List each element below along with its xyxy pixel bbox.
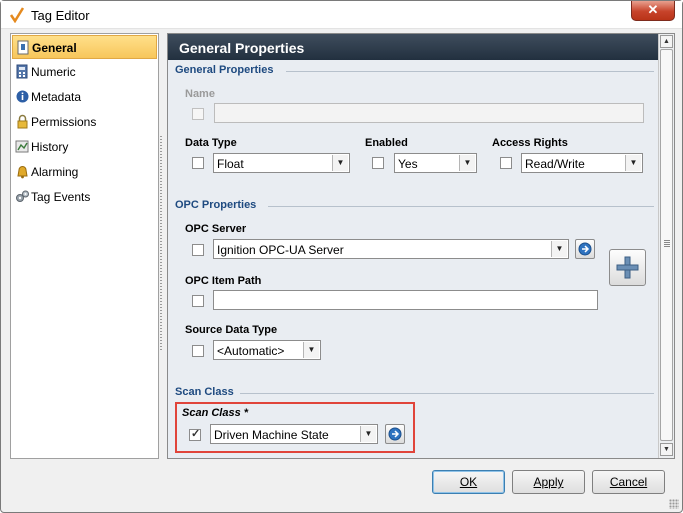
section-divider [286, 71, 654, 72]
scroll-thumb[interactable] [660, 49, 673, 441]
section-title-general: General Properties [175, 64, 274, 76]
opc-server-checkbox[interactable] [192, 244, 204, 256]
scan-class-checkbox[interactable] [189, 427, 201, 441]
name-override-checkbox[interactable] [192, 108, 204, 120]
enabled-label: Enabled [365, 137, 408, 149]
bell-icon [17, 166, 28, 179]
ok-button[interactable]: OK [432, 470, 505, 494]
cancel-button[interactable]: Cancel [592, 470, 665, 494]
nav-label: General [32, 41, 77, 55]
chevron-down-icon: ▼ [360, 426, 376, 442]
scan-class-binding-button[interactable] [385, 424, 405, 444]
nav-item-general[interactable]: General [12, 35, 157, 59]
opc-server-value: Ignition OPC-UA Server [217, 243, 344, 257]
apply-button[interactable]: Apply [512, 470, 585, 494]
tag-editor-window: Tag Editor ✕ General Numeric Metadata Pe… [0, 0, 683, 513]
source-data-type-select[interactable]: <Automatic> ▼ [213, 340, 321, 360]
vertical-scrollbar[interactable]: ▲ ▼ [658, 34, 674, 458]
nav-label: Metadata [31, 90, 82, 104]
close-button[interactable]: ✕ [631, 1, 675, 21]
opc-item-path-checkbox[interactable] [192, 295, 204, 307]
properties-panel: General Properties ▲ ▼ General Propertie… [167, 33, 675, 459]
access-rights-select[interactable]: Read/Write ▼ [521, 153, 643, 173]
nav-item-permissions[interactable]: Permissions [12, 110, 157, 134]
source-data-type-label: Source Data Type [185, 324, 278, 336]
nav-label: Permissions [31, 115, 97, 129]
enabled-checkbox[interactable] [372, 157, 384, 169]
chevron-down-icon: ▼ [332, 155, 348, 171]
access-rights-checkbox[interactable] [500, 157, 512, 169]
title-bar[interactable]: Tag Editor ✕ [1, 1, 682, 29]
info-icon [16, 90, 29, 103]
nav-item-metadata[interactable]: Metadata [12, 85, 157, 109]
data-type-value: Float [217, 157, 244, 171]
cancel-button-label: Cancel [609, 475, 648, 489]
panel-title: General Properties [179, 40, 305, 56]
ok-button-label: OK [459, 475, 478, 489]
chevron-down-icon: ▼ [625, 155, 641, 171]
scan-class-select[interactable]: Driven Machine State ▼ [210, 424, 378, 444]
source-data-type-value: <Automatic> [217, 344, 285, 358]
data-type-checkbox[interactable] [192, 157, 204, 169]
chevron-down-icon: ▼ [303, 342, 319, 358]
panel-header: General Properties [168, 34, 658, 60]
scroll-grip-icon [664, 240, 670, 248]
opc-item-path-field[interactable] [213, 290, 598, 310]
enabled-select[interactable]: Yes ▼ [394, 153, 477, 173]
link-binding-icon [388, 427, 402, 441]
nav-label: Tag Events [31, 190, 91, 204]
link-binding-icon [578, 242, 592, 256]
data-type-label: Data Type [185, 137, 237, 149]
section-title-scan-class: Scan Class [175, 386, 234, 398]
nav-item-numeric[interactable]: Numeric [12, 60, 157, 84]
name-field[interactable] [214, 103, 644, 123]
chevron-down-icon: ▼ [551, 241, 567, 257]
opc-server-refresh-button[interactable] [575, 239, 595, 259]
nav-label: Numeric [31, 65, 76, 79]
opc-browse-button[interactable] [609, 249, 646, 286]
access-rights-label: Access Rights [492, 137, 568, 149]
checkmark-logo-icon [9, 7, 25, 23]
splitter-handle[interactable] [160, 136, 162, 351]
chevron-down-icon: ▼ [459, 155, 475, 171]
scroll-up-button[interactable]: ▲ [660, 35, 673, 48]
nav-item-tag-events[interactable]: Tag Events [12, 185, 157, 209]
data-type-select[interactable]: Float ▼ [213, 153, 350, 173]
history-icon [15, 140, 29, 153]
opc-server-label: OPC Server [185, 223, 247, 235]
nav-item-history[interactable]: History [12, 135, 157, 159]
scroll-down-button[interactable]: ▼ [660, 443, 673, 456]
plus-browse-icon [616, 256, 639, 279]
opc-item-path-label: OPC Item Path [185, 275, 262, 287]
calculator-icon [16, 64, 28, 79]
nav-item-alarming[interactable]: Alarming [12, 160, 157, 184]
enabled-value: Yes [398, 157, 418, 171]
section-divider [240, 393, 654, 394]
nav-label: Alarming [31, 165, 79, 179]
opc-server-select[interactable]: Ignition OPC-UA Server ▼ [213, 239, 569, 259]
scan-class-value: Driven Machine State [214, 428, 329, 442]
apply-button-label: Apply [533, 475, 564, 489]
nav-label: History [31, 140, 69, 154]
window-title: Tag Editor [31, 8, 90, 23]
gears-icon [16, 190, 29, 202]
access-rights-value: Read/Write [525, 157, 585, 171]
section-title-opc: OPC Properties [175, 199, 257, 211]
scan-class-label: Scan Class * [182, 407, 249, 419]
source-data-type-checkbox[interactable] [192, 345, 204, 357]
section-divider [268, 206, 654, 207]
category-nav: General Numeric Metadata Permissions His… [10, 33, 159, 459]
resize-grip-icon[interactable] [669, 499, 679, 509]
name-label: Name [185, 88, 215, 100]
lock-icon [17, 114, 28, 129]
document-info-icon [17, 40, 29, 55]
